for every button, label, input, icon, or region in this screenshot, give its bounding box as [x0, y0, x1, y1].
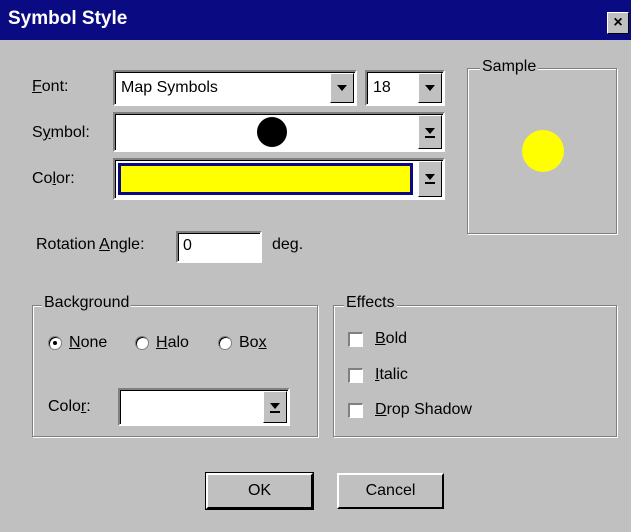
close-button[interactable]: ×	[607, 12, 629, 34]
ok-button[interactable]: OK	[205, 472, 314, 510]
drop-shadow-checkbox[interactable]	[348, 403, 363, 418]
background-title: Background	[42, 294, 132, 312]
font-label: Font:	[32, 78, 69, 95]
background-color-dropdown[interactable]	[118, 388, 290, 426]
radio-button[interactable]	[135, 336, 149, 350]
background-color-dropdown-button[interactable]	[263, 391, 287, 423]
cancel-button[interactable]: Cancel	[337, 473, 444, 509]
chevron-down-icon	[337, 85, 347, 91]
radio-selected-dot	[53, 341, 57, 345]
radio-button[interactable]	[218, 336, 232, 350]
effects-title: Effects	[344, 294, 397, 312]
background-halo-label: Halo	[156, 334, 189, 351]
font-size-dropdown[interactable]: 18	[365, 70, 445, 106]
drop-shadow-label: Drop Shadow	[375, 401, 472, 418]
font-size-dropdown-button[interactable]	[418, 73, 442, 103]
color-label: Color:	[32, 170, 75, 187]
symbol-style-dialog: Symbol Style × Font: Map Symbols 18 Symb…	[0, 0, 631, 532]
radio-button[interactable]	[48, 336, 62, 350]
italic-label: Italic	[375, 366, 408, 383]
font-size-value: 18	[373, 79, 391, 96]
close-icon: ×	[613, 14, 623, 31]
font-value: Map Symbols	[121, 79, 218, 96]
title-bar[interactable]: Symbol Style ×	[0, 0, 631, 40]
dropdown-arrow-icon	[270, 403, 280, 409]
rotation-angle-input[interactable]: 0	[176, 231, 262, 263]
color-dropdown-button[interactable]	[418, 161, 442, 197]
color-selection-highlight	[118, 163, 413, 195]
background-color-label: Color:	[48, 398, 91, 415]
color-swatch	[121, 166, 410, 192]
sample-title: Sample	[480, 58, 539, 76]
rotation-unit: deg.	[272, 236, 304, 253]
font-dropdown[interactable]: Map Symbols	[113, 70, 357, 106]
rotation-angle-value: 0	[183, 237, 192, 254]
window-title: Symbol Style	[8, 8, 128, 29]
font-dropdown-button[interactable]	[330, 73, 354, 103]
chevron-down-icon	[425, 85, 435, 91]
symbol-dropdown[interactable]	[113, 112, 445, 152]
italic-checkbox[interactable]	[348, 368, 363, 383]
symbol-dropdown-button[interactable]	[418, 115, 442, 149]
cancel-label: Cancel	[365, 482, 416, 499]
bold-label: Bold	[375, 330, 408, 347]
color-dropdown[interactable]	[113, 158, 445, 200]
dropdown-arrow-icon	[425, 128, 435, 134]
rotation-angle-label: Rotation Angle:	[36, 236, 145, 253]
symbol-label: Symbol:	[32, 124, 90, 141]
dropdown-arrow-icon	[425, 174, 435, 180]
symbol-glyph	[257, 117, 287, 147]
bold-checkbox[interactable]	[348, 332, 363, 347]
background-box-label: Box	[239, 334, 267, 351]
sample-preview	[522, 130, 564, 172]
ok-label: OK	[247, 482, 272, 499]
background-none-label: None	[69, 334, 108, 351]
